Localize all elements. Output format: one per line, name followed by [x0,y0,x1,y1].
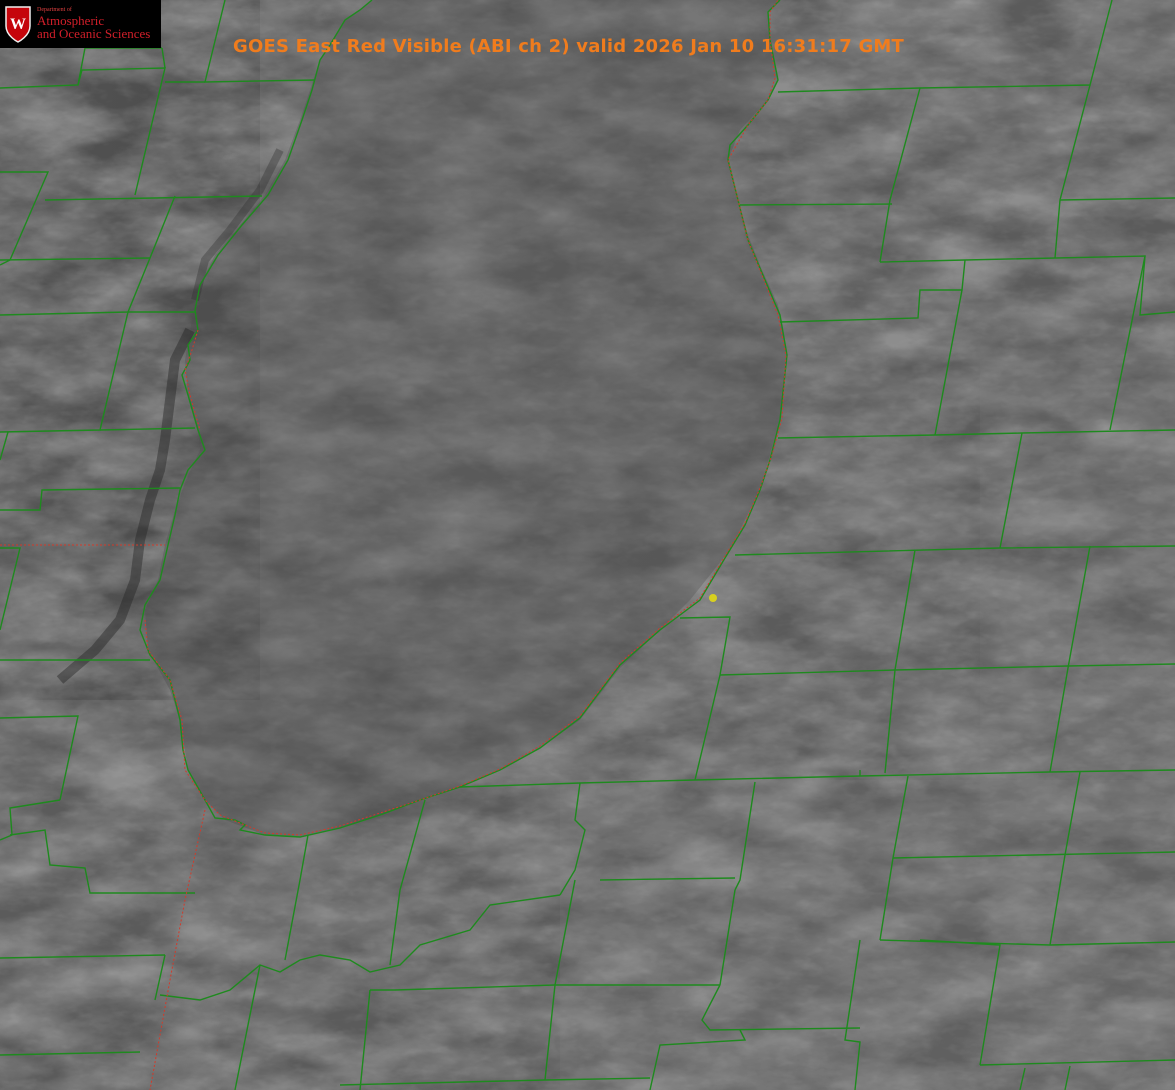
crest-letter: W [10,16,26,33]
logo-line-2: and Oceanic Sciences [37,26,151,42]
logo-line-1: Atmospheric [37,12,105,28]
uw-crest-icon: W [5,6,31,43]
location-dot-icon [709,594,717,602]
logo-text: Department of Atmospheric and Oceanic Sc… [37,7,150,41]
image-title: GOES East Red Visible (ABI ch 2) valid 2… [233,36,905,57]
satellite-image [0,0,1175,1090]
uw-aos-logo[interactable]: W Department of Atmospheric and Oceanic … [0,0,161,48]
satellite-viewer: W Department of Atmospheric and Oceanic … [0,0,1175,1090]
